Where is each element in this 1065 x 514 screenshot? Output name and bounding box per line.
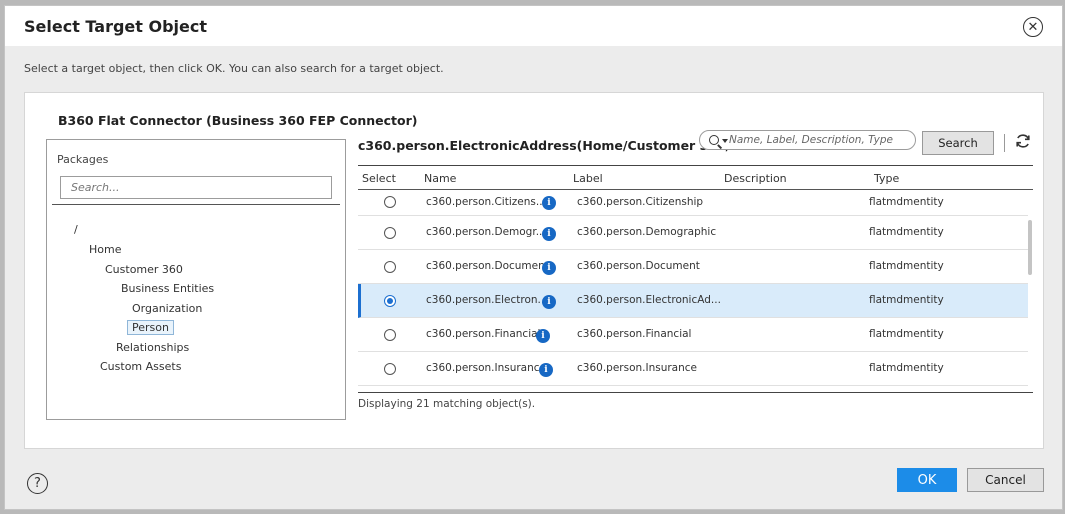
- search-button[interactable]: Search: [922, 131, 994, 155]
- column-header-description[interactable]: Description: [724, 172, 787, 185]
- info-icon[interactable]: i: [539, 363, 553, 377]
- row-select-radio[interactable]: [384, 329, 396, 341]
- tree-item-relationships[interactable]: Relationships: [116, 341, 189, 354]
- row-name: c360.person.Electron...: [426, 294, 548, 306]
- chevron-down-icon[interactable]: [722, 139, 728, 143]
- table-row[interactable]: c360.person.Financial i c360.person.Fina…: [358, 318, 1028, 352]
- info-icon[interactable]: i: [536, 329, 550, 343]
- row-select-radio[interactable]: [384, 295, 396, 307]
- packages-search-input[interactable]: [60, 176, 332, 199]
- toolbar-separator: [1004, 134, 1005, 152]
- dialog-header: Select Target Object ✕: [5, 6, 1062, 46]
- row-select-radio[interactable]: [384, 196, 396, 208]
- tree-item-home[interactable]: Home: [89, 243, 121, 256]
- cancel-button[interactable]: Cancel: [967, 468, 1044, 492]
- row-type: flatmdmentity: [869, 328, 944, 340]
- objects-table: Select Name Label Description Type c360.…: [358, 165, 1033, 393]
- table-top-line: [358, 165, 1033, 166]
- table-row[interactable]: c360.person.Demogr... i c360.person.Demo…: [358, 216, 1028, 250]
- content-panel: B360 Flat Connector (Business 360 FEP Co…: [24, 92, 1044, 449]
- row-type: flatmdmentity: [869, 226, 944, 238]
- tree-item-custom-assets[interactable]: Custom Assets: [100, 360, 181, 373]
- table-row[interactable]: c360.person.Citizens... i c360.person.Ci…: [358, 190, 1028, 216]
- row-label: c360.person.Citizenship: [577, 196, 704, 208]
- tree-item-person[interactable]: Person: [127, 320, 174, 335]
- row-label: c360.person.Demographic: [577, 226, 717, 238]
- results-count-status: Displaying 21 matching object(s).: [358, 398, 536, 410]
- table-scrollbar[interactable]: [1028, 220, 1032, 275]
- row-select-radio[interactable]: [384, 261, 396, 273]
- row-label: c360.person.Document: [577, 260, 700, 272]
- packages-panel: Packages / Home Customer 360 Business En…: [46, 139, 346, 420]
- row-select-radio[interactable]: [384, 227, 396, 239]
- column-header-select[interactable]: Select: [362, 172, 396, 185]
- row-label: c360.person.ElectronicAd...: [577, 294, 721, 306]
- ok-button[interactable]: OK: [897, 468, 957, 492]
- table-row[interactable]: c360.person.Document i c360.person.Docum…: [358, 250, 1028, 284]
- table-row-selected[interactable]: c360.person.Electron... i c360.person.El…: [358, 284, 1028, 318]
- object-search-input[interactable]: [729, 131, 909, 149]
- tree-item-business-entities[interactable]: Business Entities: [121, 282, 214, 295]
- row-name: c360.person.Insurance: [426, 362, 546, 374]
- table-bottom-line: [358, 392, 1033, 393]
- row-label: c360.person.Insurance: [577, 362, 697, 374]
- row-name: c360.person.Document: [426, 260, 549, 272]
- row-type: flatmdmentity: [869, 260, 944, 272]
- tree-item-customer-360[interactable]: Customer 360: [105, 263, 183, 276]
- refresh-icon[interactable]: [1013, 131, 1033, 151]
- info-icon[interactable]: i: [542, 261, 556, 275]
- row-name: c360.person.Financial: [426, 328, 541, 340]
- column-header-name[interactable]: Name: [424, 172, 456, 185]
- info-icon[interactable]: i: [542, 196, 556, 210]
- row-name: c360.person.Citizens...: [426, 196, 546, 208]
- packages-divider: [52, 204, 340, 205]
- tree-item-root[interactable]: /: [74, 223, 78, 236]
- dialog-instruction: Select a target object, then click OK. Y…: [24, 62, 444, 75]
- table-row[interactable]: c360.person.Insurance i c360.person.Insu…: [358, 352, 1028, 386]
- object-search-box[interactable]: [699, 130, 916, 150]
- search-icon[interactable]: [709, 135, 719, 145]
- select-target-object-dialog: Select Target Object ✕ Select a target o…: [4, 5, 1063, 510]
- row-name: c360.person.Demogr...: [426, 226, 546, 238]
- column-header-type[interactable]: Type: [874, 172, 899, 185]
- row-select-radio[interactable]: [384, 363, 396, 375]
- connection-title: B360 Flat Connector (Business 360 FEP Co…: [58, 113, 418, 128]
- info-icon[interactable]: i: [542, 227, 556, 241]
- row-type: flatmdmentity: [869, 362, 944, 374]
- info-icon[interactable]: i: [542, 295, 556, 309]
- packages-label: Packages: [57, 153, 109, 166]
- dialog-title: Select Target Object: [24, 17, 207, 36]
- row-label: c360.person.Financial: [577, 328, 692, 340]
- tree-item-organization[interactable]: Organization: [132, 302, 202, 315]
- row-type: flatmdmentity: [869, 294, 944, 306]
- object-path-title: c360.person.ElectronicAddress(Home/Custo…: [358, 138, 745, 153]
- column-header-label[interactable]: Label: [573, 172, 603, 185]
- help-icon[interactable]: ?: [27, 473, 48, 494]
- close-icon[interactable]: ✕: [1023, 17, 1043, 37]
- row-type: flatmdmentity: [869, 196, 944, 208]
